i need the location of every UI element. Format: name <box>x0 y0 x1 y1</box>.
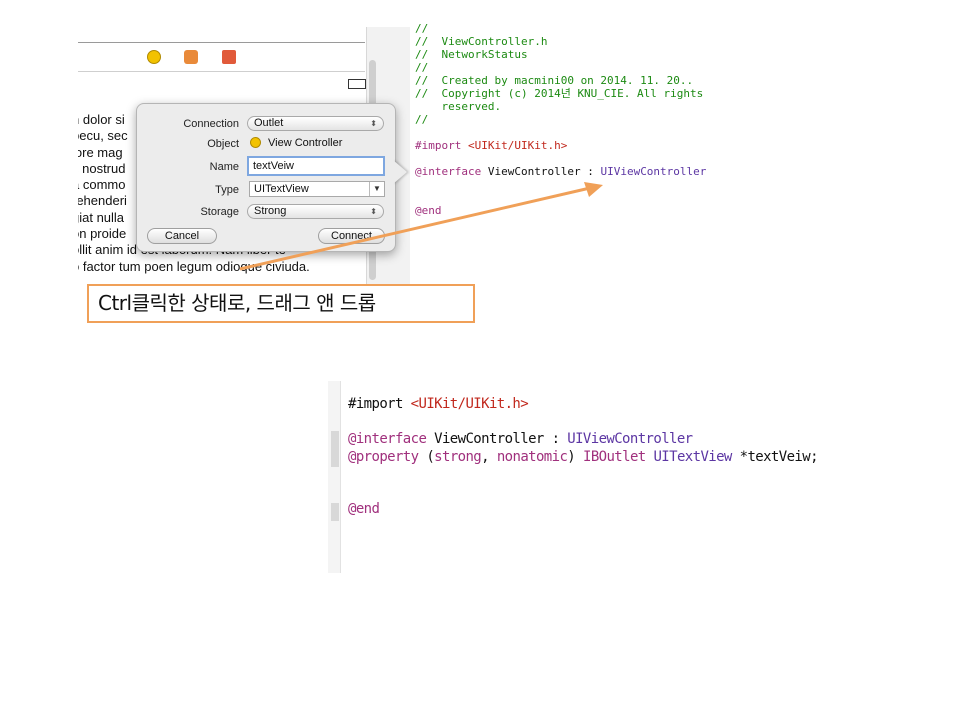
editor-gutter[interactable] <box>328 381 341 573</box>
comma: , <box>481 449 489 465</box>
import-line: #import <UIKit/UIKit.h> <box>415 139 567 152</box>
interface-keyword: @interface <box>415 165 482 178</box>
import-keyword: #import <box>415 139 462 152</box>
type-value: UITextView <box>254 183 309 195</box>
storyboard-scene-top-border <box>78 42 365 43</box>
connection-label: Connection <box>183 118 239 130</box>
storage-value: Strong <box>254 205 287 217</box>
connect-button[interactable]: Connect <box>318 228 385 244</box>
code-comment-line: // ViewController.h <box>415 35 548 48</box>
object-label: Object <box>207 138 239 150</box>
interface-line: @interface ViewController : UIViewContro… <box>415 165 706 178</box>
interface-keyword: @interface <box>348 431 427 447</box>
instruction-callout: Ctrl클릭한 상태로, 드래그 앤 드롭 <box>87 284 475 323</box>
import-path: <UIKit/UIKit.h> <box>410 396 529 412</box>
outlet-connection-popover: Connection Outlet ⬍ Object View Controll… <box>136 103 396 252</box>
dropdown-arrow-icon[interactable]: ▼ <box>369 182 384 196</box>
connection-value: Outlet <box>254 117 284 129</box>
name-label: Name <box>209 161 239 173</box>
code-comment-line: // NetworkStatus <box>415 48 528 61</box>
code-editor-result[interactable]: #import <UIKit/UIKit.h> @interface ViewC… <box>328 381 928 573</box>
first-responder-icon[interactable] <box>184 50 198 64</box>
stepper-arrows-icon: ⬍ <box>370 207 377 216</box>
type-label: Type <box>215 184 239 196</box>
code-editor-header[interactable]: // // ViewController.h // NetworkStatus … <box>410 22 930 287</box>
import-keyword: #import <box>348 396 403 412</box>
code-comment-line: // Copyright (c) 2014년 KNU_CIE. All righ… <box>415 87 704 100</box>
code-comment-line: // <box>415 113 429 126</box>
iboutlet-keyword: IBOutlet <box>582 449 646 465</box>
storage-popup[interactable]: Strong ⬍ <box>247 204 384 219</box>
interface-line: @interface ViewController : UIViewContro… <box>348 430 693 448</box>
exit-icon[interactable] <box>222 50 236 64</box>
view-controller-icon[interactable] <box>147 50 161 64</box>
property-name: *textVeiw; <box>739 449 819 465</box>
change-marker <box>331 431 339 467</box>
end-keyword: @end <box>415 204 442 217</box>
code-comment-line: // <box>415 22 429 35</box>
code-comment-line: reserved. <box>415 100 502 113</box>
superclass-name: UIViewController <box>600 165 707 178</box>
text-line: o factor tum poen legum odioque civiuda. <box>78 258 310 274</box>
class-name: ViewController : <box>434 431 560 447</box>
change-marker <box>331 503 339 521</box>
object-value: View Controller <box>268 137 343 149</box>
name-field[interactable]: textVeiw <box>247 156 385 176</box>
nonatomic-attribute: nonatomic <box>496 449 568 465</box>
battery-indicator-icon <box>348 79 366 89</box>
code-comment-line: // <box>415 61 429 74</box>
type-combo[interactable]: UITextView ▼ <box>249 181 385 197</box>
import-path: <UIKit/UIKit.h> <box>467 139 568 152</box>
superclass-name: UIViewController <box>567 431 693 447</box>
storyboard-scene-divider <box>78 71 365 72</box>
connection-popup[interactable]: Outlet ⬍ <box>247 116 384 131</box>
popover-arrow <box>393 160 407 184</box>
property-line: @property (strong, nonatomic) IBOutlet U… <box>348 448 819 466</box>
code-comment-line: // Created by macmini00 on 2014. 11. 20.… <box>415 74 694 87</box>
stepper-arrows-icon: ⬍ <box>370 119 377 128</box>
property-type: UITextView <box>653 449 732 465</box>
paren-close: ) <box>567 449 576 465</box>
end-keyword: @end <box>348 501 380 517</box>
strong-attribute: strong <box>434 449 482 465</box>
paren-open: ( <box>426 449 435 465</box>
view-controller-icon <box>250 137 261 148</box>
cancel-button[interactable]: Cancel <box>147 228 217 244</box>
property-keyword: @property <box>348 449 419 465</box>
storage-label: Storage <box>200 206 239 218</box>
import-line: #import <UIKit/UIKit.h> <box>348 395 529 413</box>
class-name: ViewController : <box>487 165 594 178</box>
